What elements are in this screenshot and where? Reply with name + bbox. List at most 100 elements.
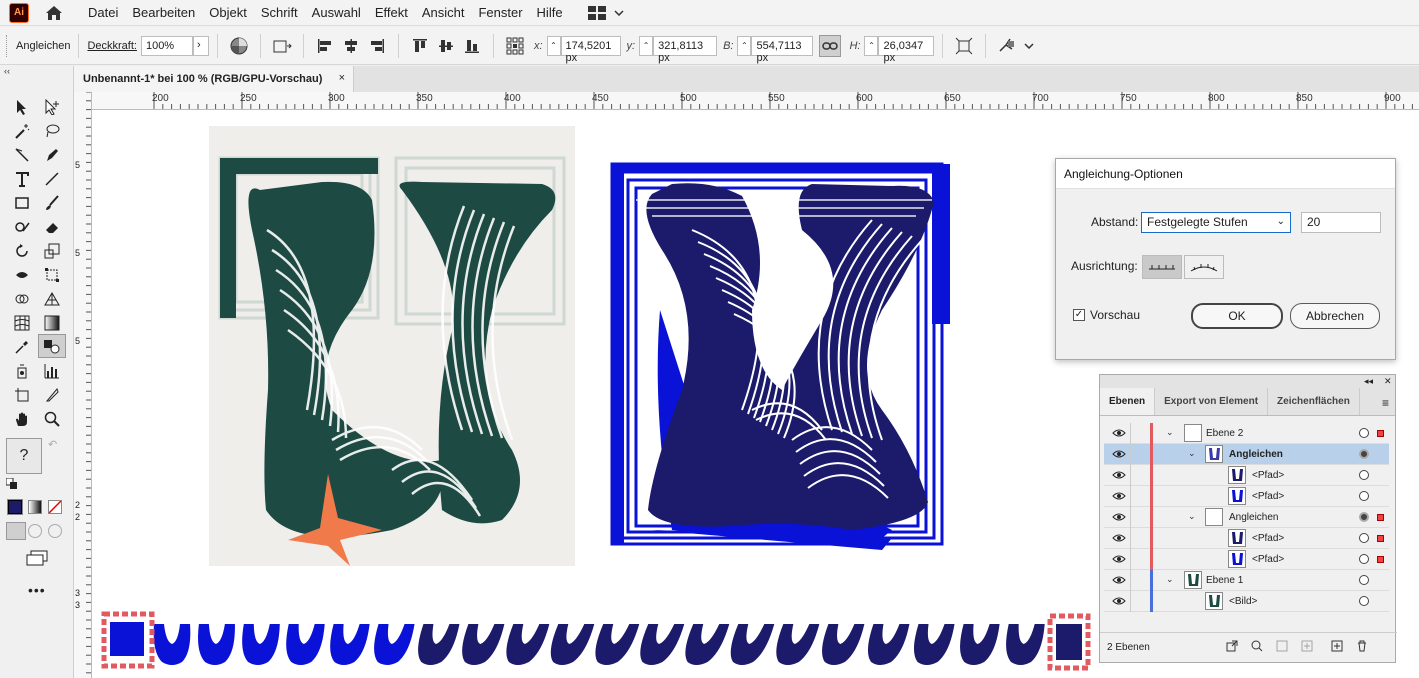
chevron-down-icon[interactable] [1024, 42, 1035, 49]
menu-effekt[interactable]: Effekt [368, 5, 415, 20]
shape-builder-icon[interactable] [10, 288, 34, 310]
gradient-tool-icon[interactable] [40, 312, 64, 334]
menu-objekt[interactable]: Objekt [202, 5, 254, 20]
symbol-sprayer-icon[interactable] [10, 360, 34, 382]
width-tool-icon[interactable] [10, 264, 34, 286]
align-hcenter-icon[interactable] [340, 35, 362, 57]
selection-tool-icon[interactable] [10, 96, 34, 118]
lock-column[interactable] [1130, 591, 1131, 612]
y-input[interactable]: 321,8113 px [653, 35, 718, 64]
rotate-tool-icon[interactable] [10, 240, 34, 262]
opacity-input[interactable]: 100% [140, 35, 193, 56]
align-to-page-icon[interactable] [1142, 255, 1182, 279]
blend-sequence[interactable] [153, 624, 1045, 665]
recolor-icon[interactable] [228, 35, 250, 57]
expand-toggle-icon[interactable]: ⌄ [1188, 511, 1196, 522]
y-stepper[interactable]: ⌃ [639, 35, 654, 56]
draw-behind-icon[interactable] [28, 524, 42, 538]
lock-column[interactable] [1130, 528, 1131, 549]
free-transform-icon[interactable] [40, 264, 64, 286]
transform-icon[interactable] [953, 35, 975, 57]
lock-column[interactable] [1130, 549, 1131, 570]
menu-auswahl[interactable]: Auswahl [305, 5, 368, 20]
draw-normal-icon[interactable] [6, 522, 26, 540]
target-circle-icon[interactable] [1359, 491, 1369, 501]
align-right-icon[interactable] [366, 35, 388, 57]
swap-colors-icon[interactable]: ↶ [48, 438, 57, 451]
pen-icon[interactable] [10, 144, 34, 166]
slice-tool-icon[interactable] [40, 384, 64, 406]
visibility-eye-icon[interactable] [1112, 533, 1126, 543]
selection-indicator[interactable] [1377, 514, 1384, 521]
lasso-icon[interactable] [40, 120, 64, 142]
reference-point-icon[interactable] [504, 35, 526, 57]
none-mode-icon[interactable] [48, 500, 62, 514]
reference-image[interactable] [209, 126, 575, 566]
home-icon[interactable] [43, 2, 65, 24]
expand-toggle-icon[interactable]: ⌄ [1166, 574, 1174, 585]
tab-asset-export[interactable]: Export von Element [1155, 388, 1269, 415]
width-stepper[interactable]: ⌃ [737, 35, 752, 56]
collapse-panel-icon[interactable]: ‹‹ [4, 66, 10, 76]
close-panel-icon[interactable]: ✕ [1384, 376, 1392, 387]
expand-toggle-icon[interactable]: ⌄ [1188, 448, 1196, 459]
panel-menu-icon[interactable]: ≡ [1382, 396, 1389, 410]
screen-mode-icon[interactable] [26, 550, 48, 569]
visibility-eye-icon[interactable] [1112, 512, 1126, 522]
menu-hilfe[interactable]: Hilfe [530, 5, 570, 20]
eyedropper-icon[interactable] [10, 336, 34, 358]
tab-layers[interactable]: Ebenen [1100, 388, 1156, 415]
type-tool-icon[interactable] [10, 168, 34, 190]
align-left-icon[interactable] [314, 35, 336, 57]
x-input[interactable]: 174,5201 px [560, 35, 621, 64]
collapse-panel-icon[interactable]: ◂◂ [1364, 376, 1373, 387]
magic-wand-icon[interactable] [10, 120, 34, 142]
tab-artboards[interactable]: Zeichenflächen [1268, 388, 1360, 415]
layer-row[interactable]: <Pfad> [1104, 486, 1389, 507]
target-circle-icon[interactable] [1359, 554, 1369, 564]
opacity-expand-button[interactable]: › [192, 35, 209, 56]
zoom-tool-icon[interactable] [40, 408, 64, 430]
preview-checkbox[interactable]: ✓ [1073, 309, 1085, 321]
close-tab-icon[interactable]: × [339, 72, 345, 84]
steps-input[interactable]: 20 [1301, 212, 1381, 233]
hand-tool-icon[interactable] [10, 408, 34, 430]
layer-row[interactable]: <Pfad> [1104, 549, 1389, 570]
height-stepper[interactable]: ⌃ [864, 35, 879, 56]
spacing-select[interactable]: Festgelegte Stufen ⌄ [1141, 212, 1291, 233]
target-circle-icon[interactable] [1359, 533, 1369, 543]
new-layer-icon[interactable] [1331, 640, 1343, 655]
opacity-label[interactable]: Deckkraft: [87, 40, 137, 52]
lock-column[interactable] [1130, 465, 1131, 486]
selection-indicator[interactable] [1377, 430, 1384, 437]
export-icon[interactable] [1226, 640, 1238, 655]
target-circle-icon[interactable] [1359, 596, 1369, 606]
direct-selection-tool-icon[interactable] [40, 96, 64, 118]
scale-tool-icon[interactable] [40, 240, 64, 262]
eraser-icon[interactable] [40, 216, 64, 238]
blend-tool-icon[interactable] [38, 334, 66, 358]
visibility-eye-icon[interactable] [1112, 596, 1126, 606]
vertical-ruler[interactable]: 5 5 5 2 2 3 3 [74, 92, 92, 678]
x-stepper[interactable]: ⌃ [546, 35, 561, 56]
layer-row[interactable]: <Pfad> [1104, 528, 1389, 549]
align-bottom-icon[interactable] [461, 35, 483, 57]
horizontal-ruler[interactable]: 200 250 300 350 400 450 500 550 600 650 … [92, 92, 1419, 110]
ok-button[interactable]: OK [1191, 303, 1283, 329]
fill-swatch[interactable]: ? [6, 438, 42, 474]
target-circle-icon[interactable] [1359, 512, 1369, 522]
lock-column[interactable] [1130, 507, 1131, 528]
paintbrush-icon[interactable] [40, 192, 64, 214]
line-tool-icon[interactable] [40, 168, 64, 190]
align-top-icon[interactable] [409, 35, 431, 57]
color-mode-icon[interactable] [7, 499, 23, 515]
menu-schrift[interactable]: Schrift [254, 5, 305, 20]
selection-indicator[interactable] [1377, 535, 1384, 542]
perspective-grid-icon[interactable] [40, 288, 64, 310]
default-colors-icon[interactable] [5, 477, 18, 493]
artboard-tool-icon[interactable] [10, 384, 34, 406]
menu-bearbeiten[interactable]: Bearbeiten [125, 5, 202, 20]
align-to-path-icon[interactable] [1184, 255, 1224, 279]
cancel-button[interactable]: Abbrechen [1290, 303, 1380, 329]
puppet-warp-icon[interactable] [996, 35, 1018, 57]
